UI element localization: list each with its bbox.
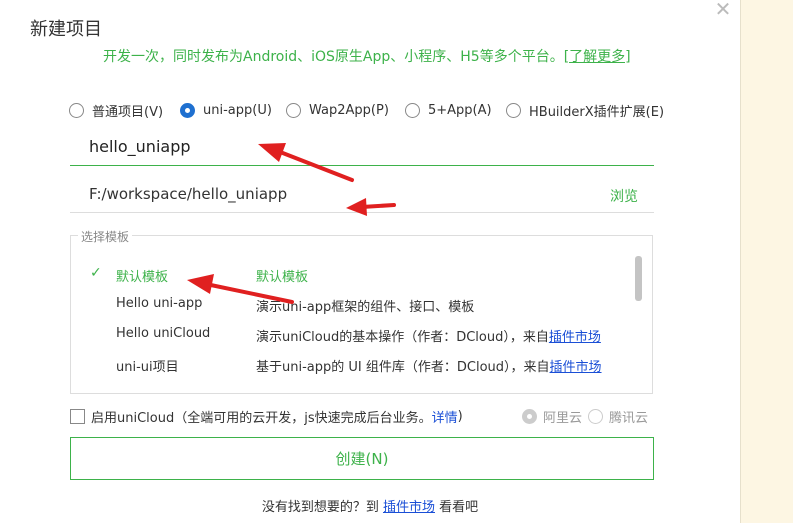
- plugin-market-link[interactable]: 插件市场: [549, 330, 601, 345]
- template-desc: 演示uni-app框架的组件、接口、模板: [256, 300, 475, 315]
- radio-label: HBuilderX插件扩展(E): [529, 104, 665, 120]
- radio-wap2app[interactable]: Wap2App(P): [286, 100, 389, 120]
- unicloud-option: 启用uniCloud（全端可用的云开发，js快速完成后台业务。 详情): [70, 406, 463, 426]
- unicloud-details-link[interactable]: 详情: [432, 407, 458, 426]
- footer-prefix: 没有找到想要的？到: [261, 500, 379, 515]
- radio-circle: [506, 102, 521, 118]
- footer-text: 没有找到想要的？到 插件市场 看看吧: [0, 496, 740, 515]
- template-desc-text: 基于uni-app的 UI 组件库（作者：DCloud），来自: [256, 360, 550, 375]
- check-icon: ✓: [90, 265, 102, 281]
- footer-plugin-market-link[interactable]: 插件市场: [383, 500, 435, 515]
- subtitle-text: 开发一次，同时发布为Android、iOS原生App、小程序、H5等多个平台。: [103, 49, 564, 65]
- template-row-default[interactable]: ✓ 默认模板 默认模板: [80, 262, 620, 286]
- template-row-hello-uniapp[interactable]: Hello uni-app 演示uni-app框架的组件、接口、模板: [80, 292, 620, 316]
- radio-normal-project[interactable]: 普通项目(V): [69, 100, 163, 120]
- plugin-market-link[interactable]: 插件市场: [550, 360, 602, 375]
- radio-label: uni-app(U): [203, 102, 272, 118]
- radio-circle: [588, 408, 603, 424]
- footer-suffix: 看看吧: [439, 500, 479, 515]
- unicloud-checkbox[interactable]: [70, 408, 85, 424]
- radio-circle: [405, 102, 420, 118]
- background-window-strip: [740, 0, 793, 523]
- radio-tencent-cloud[interactable]: 腾讯云: [588, 406, 648, 426]
- create-button[interactable]: 创建(N): [70, 437, 654, 480]
- template-row-hello-unicloud[interactable]: Hello uniCloud 演示uniCloud的基本操作（作者：DCloud…: [80, 322, 620, 346]
- radio-aliyun[interactable]: 阿里云: [522, 406, 582, 426]
- project-name-input[interactable]: [70, 128, 654, 166]
- radio-label: Wap2App(P): [309, 102, 389, 118]
- template-name: Hello uni-app: [116, 296, 203, 311]
- template-name: uni-ui项目: [116, 360, 179, 375]
- radio-label: 腾讯云: [609, 410, 649, 426]
- template-desc: 基于uni-app的 UI 组件库（作者：DCloud），来自插件市场: [256, 356, 602, 375]
- template-desc-text: 演示uniCloud的基本操作（作者：DCloud），来自: [256, 330, 549, 345]
- template-desc: 默认模板: [256, 270, 309, 285]
- dialog-subtitle: 开发一次，同时发布为Android、iOS原生App、小程序、H5等多个平台。[…: [103, 46, 631, 66]
- radio-uni-app[interactable]: uni-app(U): [180, 100, 272, 120]
- template-name: Hello uniCloud: [116, 326, 211, 341]
- template-name: 默认模板: [116, 270, 169, 285]
- template-row-uni-ui[interactable]: uni-ui项目 基于uni-app的 UI 组件库（作者：DCloud），来自…: [80, 352, 620, 376]
- radio-5plus-app[interactable]: 5+App(A): [405, 100, 492, 120]
- template-scrollbar[interactable]: [635, 256, 642, 301]
- radio-circle: [69, 102, 84, 118]
- radio-circle-selected: [522, 408, 537, 424]
- unicloud-label-end: ): [457, 408, 463, 424]
- radio-hbuilderx-plugin[interactable]: HBuilderX插件扩展(E): [506, 100, 664, 120]
- radio-circle: [286, 102, 301, 118]
- unicloud-label: 启用uniCloud（全端可用的云开发，js快速完成后台业务。: [91, 410, 432, 426]
- template-legend: 选择模板: [78, 228, 133, 245]
- dialog-title: 新建项目: [30, 19, 102, 40]
- radio-circle-selected: [180, 102, 195, 118]
- radio-label: 普通项目(V): [92, 104, 164, 120]
- template-desc: 演示uniCloud的基本操作（作者：DCloud），来自插件市场: [256, 326, 601, 345]
- browse-button[interactable]: 浏览: [610, 186, 638, 206]
- close-icon[interactable]: ✕: [712, 0, 734, 19]
- project-path-input[interactable]: [70, 175, 654, 213]
- learn-more-link[interactable]: [了解更多]: [564, 49, 631, 65]
- radio-label: 阿里云: [543, 410, 583, 426]
- radio-label: 5+App(A): [428, 102, 492, 118]
